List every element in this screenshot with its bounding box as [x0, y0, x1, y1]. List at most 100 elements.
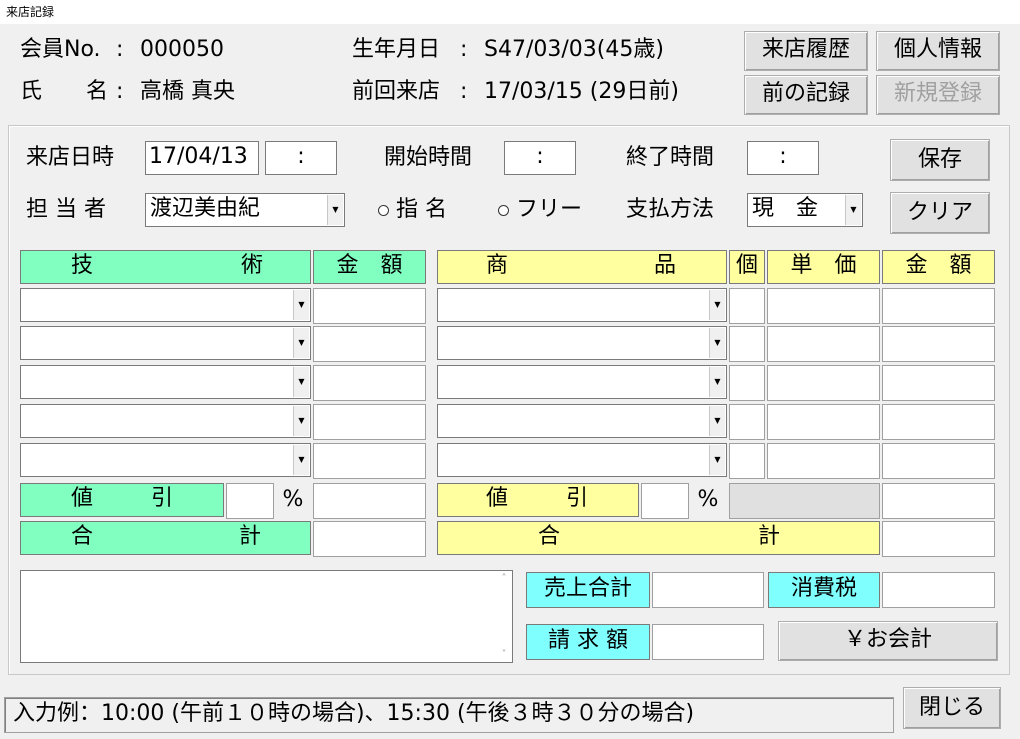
chevron-down-icon[interactable]: ▼ [293, 445, 309, 475]
goods-row-2-qty[interactable] [729, 326, 765, 362]
close-button[interactable]: 閉じる [903, 687, 1001, 729]
staff-select[interactable]: 渡辺美由紀 ▼ [145, 193, 345, 227]
radio-designated[interactable]: 指 名 [378, 195, 447, 225]
radio-circle-icon[interactable] [378, 205, 389, 216]
save-button[interactable]: 保存 [890, 139, 990, 181]
tech-row-3-amount[interactable] [313, 365, 426, 401]
goods-row-1-unit-price[interactable] [767, 288, 880, 324]
goods-row-4-unit-price[interactable] [767, 404, 880, 440]
goods-header-char-2: 品 [654, 253, 677, 278]
goods-row-4-amount[interactable] [882, 404, 995, 440]
tech-row-2-select[interactable]: ▼ [20, 326, 311, 360]
new-register-button[interactable]: 新規登録 [876, 75, 1000, 115]
billing-value [652, 624, 764, 660]
chevron-down-icon[interactable]: ▼ [293, 290, 309, 320]
pay-method-select[interactable]: 現 金 ▼ [747, 193, 863, 227]
goods-qty-header: 個 [729, 250, 765, 284]
tech-row-3-select[interactable]: ▼ [20, 365, 311, 399]
clear-button[interactable]: クリア [890, 192, 990, 234]
tech-row-4-select[interactable]: ▼ [20, 404, 311, 438]
goods-total-label: 合 計 [437, 521, 880, 555]
tech-header-char-1: 技 [71, 253, 94, 278]
end-time-label: 終了時間 [626, 145, 715, 170]
memo-scrollbar[interactable]: ˄ ˅ [496, 571, 512, 662]
visit-history-button[interactable]: 来店履歴 [744, 31, 868, 71]
tax-value [882, 572, 995, 608]
radio-free[interactable]: フリー [498, 195, 582, 225]
goods-row-3-unit-price[interactable] [767, 365, 880, 401]
goods-row-5-qty[interactable] [729, 443, 765, 479]
goods-row-3-amount[interactable] [882, 365, 995, 401]
member-no-sep: : [116, 37, 124, 62]
goods-row-2-unit-price[interactable] [767, 326, 880, 362]
goods-discount-label: 値 引 [437, 483, 639, 517]
goods-row-3-select[interactable]: ▼ [437, 365, 727, 399]
tech-total-char-2: 計 [239, 524, 262, 549]
staff-label: 担 当 者 [26, 197, 106, 222]
tech-discount-amount[interactable] [313, 483, 426, 519]
last-visit-sep: : [460, 79, 468, 104]
start-time-input[interactable]: : [504, 141, 576, 175]
tech-row-5-amount[interactable] [313, 443, 426, 479]
checkout-button[interactable]: ￥お会計 [778, 621, 998, 661]
tech-row-1-select[interactable]: ▼ [20, 288, 311, 322]
goods-unit-price-header: 単 価 [767, 250, 880, 284]
pay-method-label: 支払方法 [626, 197, 715, 222]
chevron-down-icon[interactable]: ▼ [709, 406, 725, 436]
radio-free-label: フリー [516, 197, 583, 222]
goods-header-char-1: 商 [486, 253, 509, 278]
goods-row-5-select[interactable]: ▼ [437, 443, 727, 477]
chevron-down-icon[interactable]: ▼ [845, 195, 861, 225]
goods-row-1-select[interactable]: ▼ [437, 288, 727, 322]
tech-row-5-select[interactable]: ▼ [20, 443, 311, 477]
goods-row-4-qty[interactable] [729, 404, 765, 440]
name-label: 氏 名 [20, 79, 109, 104]
goods-discount-percent-input[interactable] [641, 483, 689, 519]
goods-row-2-select[interactable]: ▼ [437, 326, 727, 360]
tech-discount-char-2: 引 [151, 486, 174, 511]
chevron-down-icon[interactable]: ▼ [709, 328, 725, 358]
goods-row-3-qty[interactable] [729, 365, 765, 401]
goods-row-5-unit-price[interactable] [767, 443, 880, 479]
input-example-status: 入力例：10:00 (午前１０時の場合)、15:30 (午後３時３０分の場合) [4, 697, 894, 733]
visit-time-input[interactable]: : [265, 141, 337, 175]
goods-row-1-amount[interactable] [882, 288, 995, 324]
goods-row-4-select[interactable]: ▼ [437, 404, 727, 438]
visit-date-input[interactable]: 17/04/13 [145, 141, 259, 175]
chevron-down-icon[interactable]: ▼ [709, 445, 725, 475]
goods-row-1-qty[interactable] [729, 288, 765, 324]
chevron-down-icon[interactable]: ▼ [293, 406, 309, 436]
goods-amount-header: 金 額 [882, 250, 995, 284]
tech-row-1-amount[interactable] [313, 288, 426, 324]
goods-column-header: 商 品 [437, 250, 727, 284]
memo-textarea[interactable]: ˄ ˅ [20, 570, 513, 663]
chevron-down-icon[interactable]: ▼ [293, 328, 309, 358]
visit-label: 来店日時 [26, 145, 115, 170]
chevron-down-icon[interactable]: ▼ [709, 290, 725, 320]
radio-circle-icon[interactable] [498, 205, 509, 216]
chevron-down-icon[interactable]: ▼ [327, 195, 343, 225]
tech-header-char-2: 術 [241, 253, 264, 278]
goods-row-2-amount[interactable] [882, 326, 995, 362]
last-visit-value: 17/03/15 (29日前) [484, 79, 679, 104]
chevron-down-icon[interactable]: ▼ [293, 367, 309, 397]
tech-row-4-amount[interactable] [313, 404, 426, 440]
goods-row-5-amount[interactable] [882, 443, 995, 479]
member-no-label: 会員No. [20, 37, 101, 62]
pay-method-value: 現 金 [752, 196, 819, 221]
sales-total-label: 売上合計 [526, 572, 650, 608]
scroll-up-icon[interactable]: ˄ [496, 573, 512, 584]
scroll-down-icon[interactable]: ˅ [496, 649, 512, 660]
personal-info-button[interactable]: 個人情報 [876, 31, 1000, 71]
previous-record-button[interactable]: 前の記録 [744, 75, 868, 115]
tech-percent-sign: % [282, 487, 304, 512]
radio-designated-label: 指 名 [396, 197, 447, 222]
last-visit-label: 前回来店 [352, 79, 441, 104]
tech-row-2-amount[interactable] [313, 326, 426, 362]
chevron-down-icon[interactable]: ▼ [709, 367, 725, 397]
window-title: 来店記録 [0, 0, 1020, 24]
goods-discount-amount[interactable] [882, 483, 995, 519]
goods-percent-sign: % [697, 487, 719, 512]
tech-discount-percent-input[interactable] [226, 483, 274, 519]
end-time-input[interactable]: : [747, 141, 819, 175]
